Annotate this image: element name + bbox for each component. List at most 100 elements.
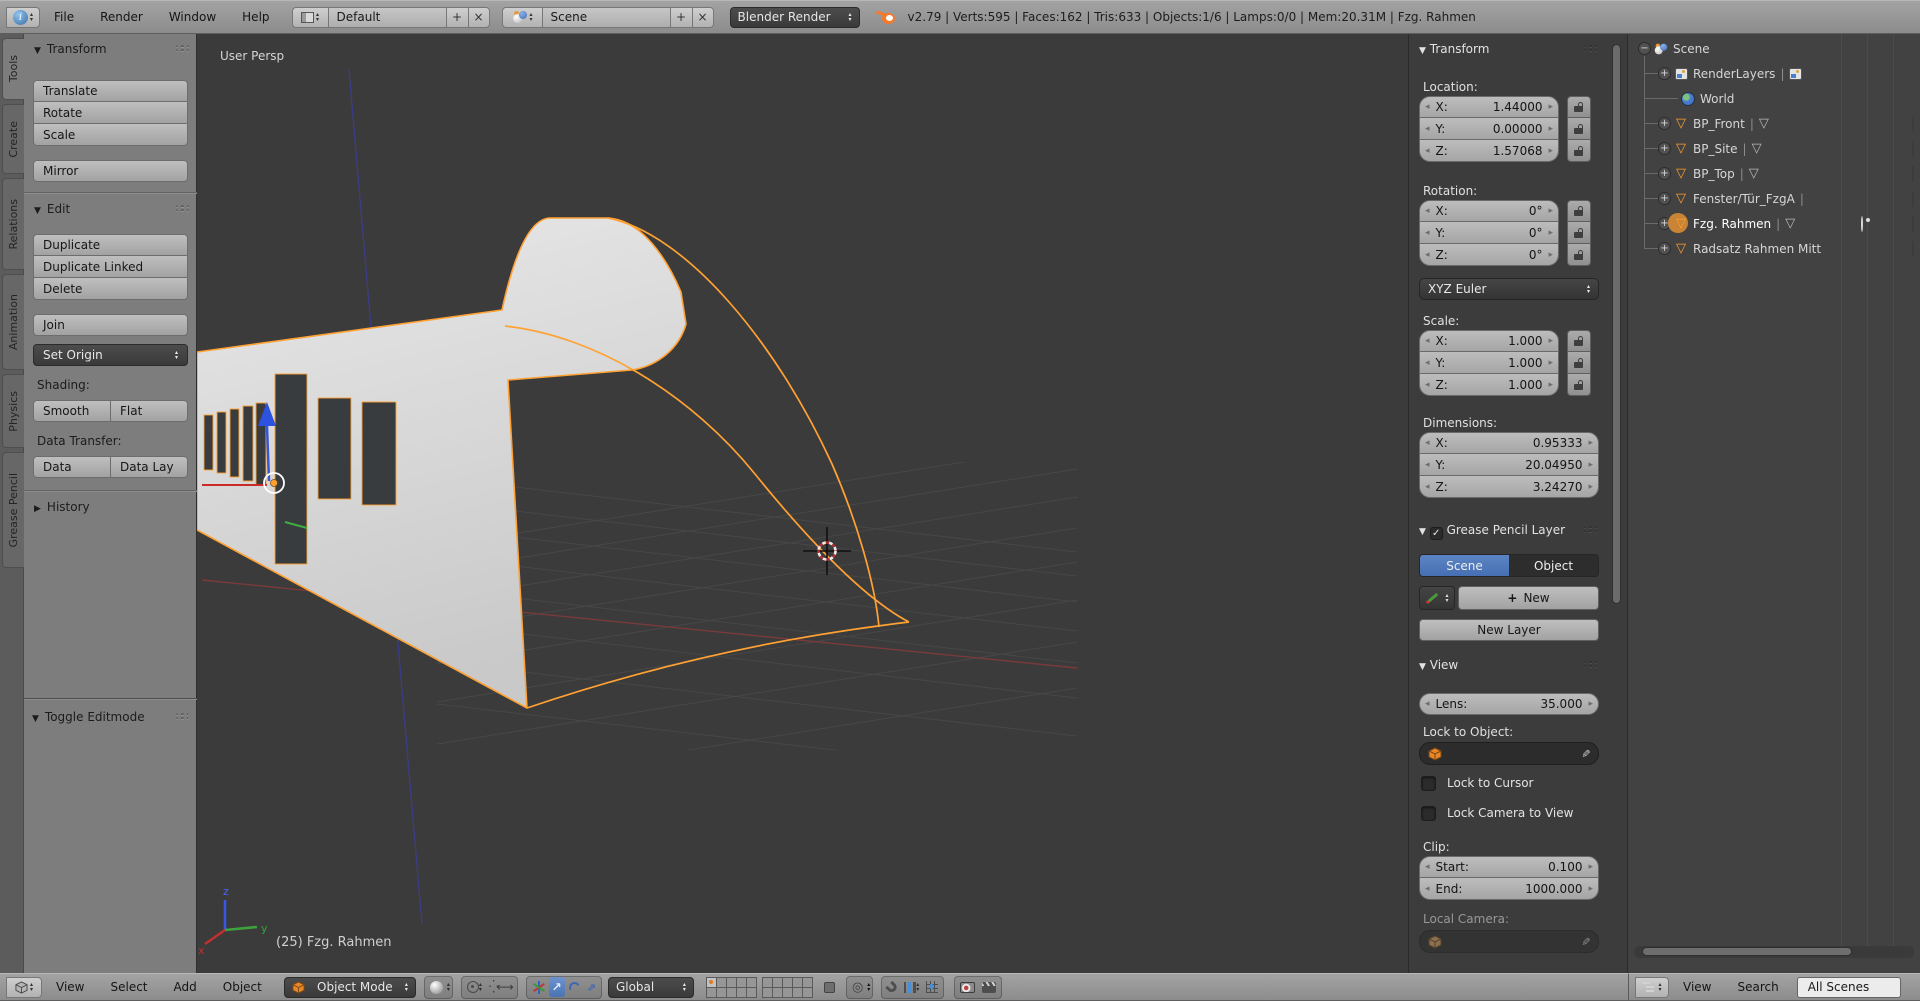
screen-layout-name-field[interactable]: Default <box>328 7 446 28</box>
expand-icon[interactable]: + <box>1658 192 1671 205</box>
tab-create[interactable]: Create <box>2 104 24 174</box>
data-transfer-layout-button[interactable]: Data Lay <box>111 456 188 478</box>
pivot-align-toggle[interactable]: ⁛⟷ <box>486 977 515 997</box>
local-camera-field[interactable]: ✎ <box>1419 930 1599 953</box>
gp-new-layer-button[interactable]: New Layer <box>1419 619 1599 641</box>
clip-start-field[interactable]: ◂Start:0.100▸ <box>1419 856 1599 878</box>
menu-object[interactable]: Object <box>211 980 274 994</box>
gp-new-button[interactable]: +New <box>1458 586 1599 610</box>
outliner-display-filter[interactable]: All Scenes <box>1797 977 1901 998</box>
dimensions-z-field[interactable]: ◂Z:3.24270▸ <box>1419 476 1599 498</box>
menu-outliner-view[interactable]: View <box>1671 980 1723 994</box>
scale-y-lock-button[interactable] <box>1567 352 1591 374</box>
scene-browse-button[interactable]: ▴▾ <box>502 7 542 28</box>
rotation-y-field[interactable]: ◂Y:0°▸ <box>1419 222 1559 244</box>
expand-icon[interactable]: + <box>1658 167 1671 180</box>
history-panel-header[interactable]: ▶History <box>34 500 90 514</box>
shade-smooth-button[interactable]: Smooth <box>33 400 111 422</box>
outliner-row-fzg-rahmen-selected[interactable]: + ▽ Fzg. Rahmen |▽ <box>1628 211 1920 236</box>
opengl-render-image-button[interactable] <box>957 977 978 997</box>
lock-camera-to-view-checkbox[interactable] <box>1421 806 1436 821</box>
tab-grease-pencil[interactable]: Grease Pencil <box>2 452 24 568</box>
scene-lock-toggle[interactable] <box>821 977 838 997</box>
gp-datablock-selector[interactable]: ▴▾ <box>1419 586 1455 610</box>
view-panel-header[interactable]: ▼ View <box>1419 658 1458 672</box>
screen-layout-browse-button[interactable]: ▴▾ <box>292 7 328 28</box>
expand-icon[interactable]: + <box>1658 242 1671 255</box>
snap-element-select[interactable]: ▴▾ <box>901 977 922 997</box>
layer-buttons[interactable] <box>706 977 813 998</box>
scale-z-field[interactable]: ◂Z:1.000▸ <box>1419 374 1559 396</box>
scale-manipulator-button[interactable]: ⇗ <box>584 977 599 997</box>
render-engine-select[interactable]: Blender Render▴▾ <box>730 7 860 28</box>
scene-name-field[interactable]: Scene <box>542 7 670 28</box>
location-x-lock-button[interactable] <box>1567 96 1591 118</box>
menu-window[interactable]: Window <box>157 10 228 24</box>
tab-relations[interactable]: Relations <box>2 178 24 270</box>
delete-scene-button[interactable]: × <box>692 7 714 28</box>
editor-type-selector[interactable]: ▴▾ <box>1635 977 1669 998</box>
duplicate-button[interactable]: Duplicate <box>33 234 188 256</box>
rotation-z-lock-button[interactable] <box>1567 244 1591 266</box>
add-scene-button[interactable]: + <box>670 7 692 28</box>
outliner-row-fenster-tuer[interactable]: + ▽ Fenster/Tür_FzgA | <box>1628 186 1920 211</box>
lock-to-object-field[interactable]: ✎ <box>1419 742 1599 765</box>
render-toggle[interactable] <box>1912 142 1914 156</box>
proportional-edit-select[interactable]: ◎▴▾ <box>846 976 873 999</box>
transform-panel-header[interactable]: ▼Transform <box>34 42 107 56</box>
pivot-point-select[interactable]: ▴▾ <box>464 977 485 997</box>
renderlayer-toggle-icon[interactable] <box>1789 68 1802 80</box>
location-y-field[interactable]: ◂Y:0.00000▸ <box>1419 118 1559 140</box>
shade-flat-button[interactable]: Flat <box>111 400 188 422</box>
edit-panel-header[interactable]: ▼Edit <box>34 202 70 216</box>
snap-toggle[interactable] <box>884 977 900 997</box>
location-y-lock-button[interactable] <box>1567 118 1591 140</box>
outliner-row-bp-site[interactable]: + ▽ BP_Site |▽ <box>1628 136 1920 161</box>
clip-end-field[interactable]: ◂End:1000.000▸ <box>1419 878 1599 900</box>
dimensions-x-field[interactable]: ◂X:0.95333▸ <box>1419 432 1599 454</box>
rotation-x-field[interactable]: ◂X:0°▸ <box>1419 200 1559 222</box>
gp-source-scene-tab[interactable]: Scene <box>1420 555 1509 576</box>
delete-screen-layout-button[interactable]: × <box>468 7 490 28</box>
properties-scrollbar-thumb[interactable] <box>1612 44 1621 604</box>
panel-grip[interactable]: ∷∷ <box>1584 42 1596 55</box>
outliner-row-renderlayers[interactable]: + RenderLayers | <box>1628 61 1920 86</box>
outliner-hscrollbar-thumb[interactable] <box>1642 947 1852 956</box>
eyedropper-icon[interactable]: ✎ <box>1579 749 1592 758</box>
3d-viewport[interactable]: z y x User Persp (25) Fzg. Rahmen <box>197 34 1408 973</box>
lock-to-cursor-checkbox[interactable] <box>1421 776 1436 791</box>
scale-x-field[interactable]: ◂X:1.000▸ <box>1419 330 1559 352</box>
editor-type-selector[interactable]: ▴▾ <box>6 977 42 998</box>
outliner-row-bp-top[interactable]: + ▽ BP_Top |▽ <box>1628 161 1920 186</box>
panel-grip[interactable]: ∷∷ <box>176 42 188 55</box>
transform-orientation-select[interactable]: Global▴▾ <box>608 977 694 998</box>
menu-file[interactable]: File <box>42 10 86 24</box>
transform-panel-header[interactable]: ▼ Transform <box>1419 42 1489 56</box>
manipulator-toggle[interactable] <box>529 977 548 997</box>
grease-pencil-checkbox[interactable]: ✓ <box>1430 527 1443 540</box>
add-screen-layout-button[interactable]: + <box>446 7 468 28</box>
scale-x-lock-button[interactable] <box>1567 330 1591 352</box>
expand-icon[interactable]: + <box>1658 67 1671 80</box>
train-body-mesh[interactable] <box>197 218 686 708</box>
expand-icon[interactable]: + <box>1658 142 1671 155</box>
outliner-hscrollbar-track[interactable] <box>1634 946 1914 958</box>
menu-help[interactable]: Help <box>230 10 281 24</box>
redo-panel-header[interactable]: ▼Toggle Editmode <box>32 710 145 724</box>
eyedropper-icon[interactable]: ✎ <box>1579 937 1592 946</box>
tab-physics[interactable]: Physics <box>2 374 24 448</box>
scale-button[interactable]: Scale <box>33 124 188 146</box>
translate-button[interactable]: Translate <box>33 80 188 102</box>
location-z-lock-button[interactable] <box>1567 140 1591 162</box>
opengl-render-anim-button[interactable] <box>979 977 999 997</box>
rotate-button[interactable]: Rotate <box>33 102 188 124</box>
delete-button[interactable]: Delete <box>33 278 188 300</box>
duplicate-linked-button[interactable]: Duplicate Linked <box>33 256 188 278</box>
menu-select[interactable]: Select <box>98 980 159 994</box>
menu-outliner-search[interactable]: Search <box>1725 980 1790 994</box>
hide-toggle[interactable] <box>1861 217 1863 231</box>
location-z-field[interactable]: ◂Z:1.57068▸ <box>1419 140 1559 162</box>
dimensions-y-field[interactable]: ◂Y:20.04950▸ <box>1419 454 1599 476</box>
lens-field[interactable]: ◂Lens:35.000▸ <box>1419 693 1599 715</box>
rotation-y-lock-button[interactable] <box>1567 222 1591 244</box>
